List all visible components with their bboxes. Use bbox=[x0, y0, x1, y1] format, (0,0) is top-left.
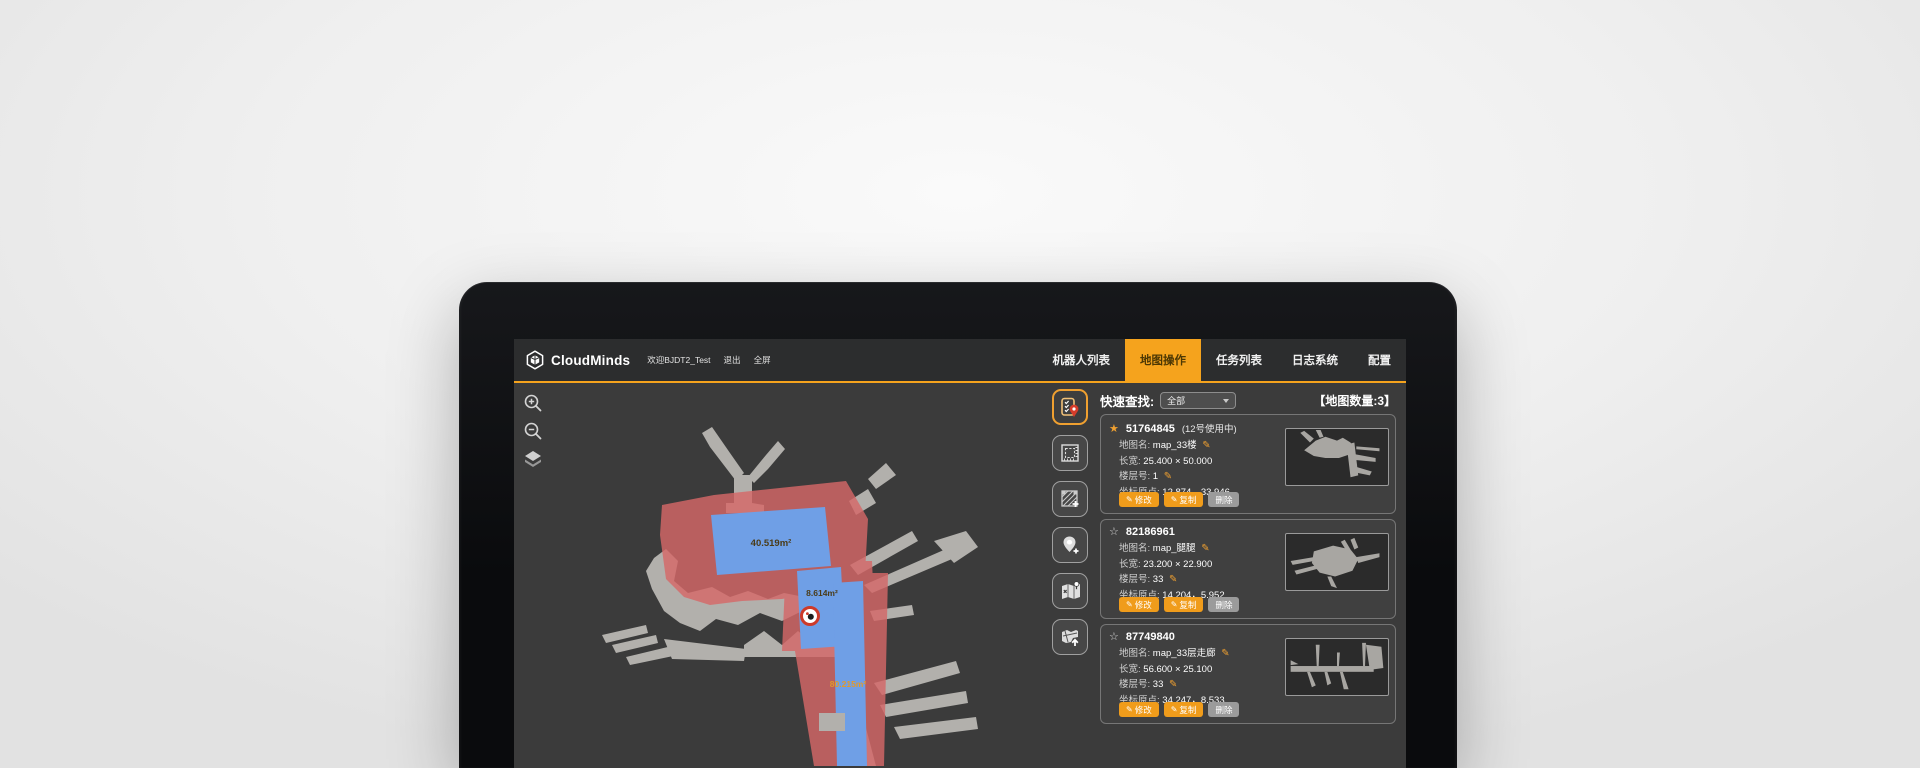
map-card: ★ 51764845 (12号使用中) 地图名: map_33楼 ✎ 长宽: 2… bbox=[1100, 414, 1396, 514]
brand-name: CloudMinds bbox=[551, 353, 630, 368]
map-id: 87749840 bbox=[1126, 631, 1175, 643]
scan-fragment bbox=[819, 713, 845, 731]
pencil-icon: ✎ bbox=[1171, 600, 1178, 609]
area-label-3: 80.215m² bbox=[830, 679, 867, 689]
tool-task-pin-button[interactable] bbox=[1052, 389, 1088, 425]
panel-header: 快速查找: 全部 【地图数量:3】 bbox=[1100, 383, 1396, 414]
zoom-in-icon[interactable] bbox=[523, 393, 543, 413]
filter-selected-value: 全部 bbox=[1167, 394, 1185, 407]
pencil-icon: ✎ bbox=[1126, 495, 1133, 504]
map-name-label: 地图名: bbox=[1119, 440, 1150, 451]
nav-log-system[interactable]: 日志系统 bbox=[1277, 339, 1353, 381]
map-card: ☆ 82186961 地图名: map_腿腿 ✎ 长宽: 23.200 × 22… bbox=[1100, 519, 1396, 619]
nav-config[interactable]: 配置 bbox=[1353, 339, 1406, 381]
tool-add-point-button[interactable] bbox=[1052, 527, 1088, 563]
map-id: 82186961 bbox=[1126, 526, 1175, 538]
nav-map-operation[interactable]: 地图操作 bbox=[1125, 339, 1201, 381]
map-upload-icon bbox=[1059, 626, 1081, 648]
map-floor-value: 33 bbox=[1153, 679, 1164, 690]
copy-map-button[interactable]: ✎复制 bbox=[1164, 597, 1204, 612]
map-size-label: 长宽: bbox=[1119, 456, 1141, 467]
edit-floor-pencil-icon[interactable]: ✎ bbox=[1169, 679, 1177, 690]
star-icon[interactable]: ☆ bbox=[1109, 632, 1119, 643]
session-info: 欢迎BJDT2_Test 退出 全屏 bbox=[647, 354, 770, 366]
map-size-value: 56.600 × 25.100 bbox=[1143, 664, 1212, 675]
area-select-icon bbox=[1059, 442, 1081, 464]
nav-task-list[interactable]: 任务列表 bbox=[1201, 339, 1277, 381]
edit-map-button[interactable]: ✎修改 bbox=[1119, 492, 1159, 507]
tool-add-virtual-wall-button[interactable] bbox=[1052, 481, 1088, 517]
map-name-value: map_腿腿 bbox=[1153, 543, 1196, 554]
map-floor-label: 楼层号: bbox=[1119, 679, 1150, 690]
map-canvas[interactable]: 40.519m² 8.614m² 80.215m² bbox=[514, 383, 1060, 766]
content-area: 40.519m² 8.614m² 80.215m² bbox=[514, 383, 1406, 766]
pencil-icon: ✎ bbox=[1171, 705, 1178, 714]
area-label-2: 8.614m² bbox=[806, 588, 838, 598]
edit-name-pencil-icon[interactable]: ✎ bbox=[1221, 648, 1229, 659]
chevron-down-icon bbox=[1223, 399, 1229, 403]
robot-position-marker[interactable] bbox=[802, 608, 819, 625]
zoom-out-icon[interactable] bbox=[523, 421, 543, 441]
folded-map-icon bbox=[1059, 580, 1081, 602]
filter-select[interactable]: 全部 bbox=[1160, 392, 1236, 409]
map-in-use-badge: (12号使用中) bbox=[1182, 421, 1237, 435]
map-floor-label: 楼层号: bbox=[1119, 574, 1150, 585]
map-name-value: map_33楼 bbox=[1153, 440, 1197, 451]
map-size-value: 23.200 × 22.900 bbox=[1143, 559, 1212, 570]
hatch-region-add-icon bbox=[1059, 488, 1081, 510]
map-floor-value: 1 bbox=[1153, 471, 1158, 482]
tool-area-select-button[interactable] bbox=[1052, 435, 1088, 471]
pencil-icon: ✎ bbox=[1171, 495, 1178, 504]
map-floor-value: 33 bbox=[1153, 574, 1164, 585]
cloudminds-hexagon-icon bbox=[525, 350, 545, 370]
delete-map-button[interactable]: 删除 bbox=[1208, 702, 1239, 717]
app-screen: CloudMinds 欢迎BJDT2_Test 退出 全屏 机器人列表 地图操作… bbox=[514, 339, 1406, 768]
welcome-text: 欢迎BJDT2_Test bbox=[647, 354, 710, 366]
map-size-label: 长宽: bbox=[1119, 664, 1141, 675]
map-count-badge: 【地图数量:3】 bbox=[1313, 392, 1396, 409]
map-name-label: 地图名: bbox=[1119, 648, 1150, 659]
star-icon[interactable]: ☆ bbox=[1109, 527, 1119, 538]
map-tool-palette bbox=[1052, 389, 1088, 655]
map-thumbnail[interactable] bbox=[1285, 533, 1389, 591]
edit-name-pencil-icon[interactable]: ✎ bbox=[1202, 440, 1210, 451]
edit-map-button[interactable]: ✎修改 bbox=[1119, 597, 1159, 612]
map-list-panel: 快速查找: 全部 【地图数量:3】 ★ 51764845 (12号使用中) bbox=[1100, 383, 1396, 766]
pencil-icon: ✎ bbox=[1126, 705, 1133, 714]
fullscreen-link[interactable]: 全屏 bbox=[754, 354, 771, 366]
edit-floor-pencil-icon[interactable]: ✎ bbox=[1169, 574, 1177, 585]
map-name-label: 地图名: bbox=[1119, 543, 1150, 554]
map-thumbnail[interactable] bbox=[1285, 428, 1389, 486]
area-label-1: 40.519m² bbox=[751, 538, 792, 549]
top-bar: CloudMinds 欢迎BJDT2_Test 退出 全屏 机器人列表 地图操作… bbox=[514, 339, 1406, 383]
point-add-icon bbox=[1059, 534, 1081, 556]
edit-floor-pencil-icon[interactable]: ✎ bbox=[1164, 471, 1172, 482]
task-pin-icon bbox=[1059, 396, 1081, 418]
logout-link[interactable]: 退出 bbox=[724, 354, 741, 366]
map-thumbnail[interactable] bbox=[1285, 638, 1389, 696]
quick-search-label: 快速查找: bbox=[1100, 391, 1154, 410]
map-card: ☆ 87749840 地图名: map_33层走廊 ✎ 长宽: 56.600 ×… bbox=[1100, 624, 1396, 724]
delete-map-button[interactable]: 删除 bbox=[1208, 597, 1239, 612]
brand-logo[interactable]: CloudMinds bbox=[525, 350, 630, 370]
tool-map-upload-button[interactable] bbox=[1052, 619, 1088, 655]
map-id: 51764845 bbox=[1126, 423, 1175, 435]
map-floor-label: 楼层号: bbox=[1119, 471, 1150, 482]
edit-name-pencil-icon[interactable]: ✎ bbox=[1201, 543, 1209, 554]
map-name-value: map_33层走廊 bbox=[1153, 648, 1216, 659]
pencil-icon: ✎ bbox=[1126, 600, 1133, 609]
nav-robot-list[interactable]: 机器人列表 bbox=[1038, 339, 1126, 381]
tool-map-manage-button[interactable] bbox=[1052, 573, 1088, 609]
copy-map-button[interactable]: ✎复制 bbox=[1164, 702, 1204, 717]
laptop-frame: CloudMinds 欢迎BJDT2_Test 退出 全屏 机器人列表 地图操作… bbox=[459, 282, 1457, 768]
map-size-value: 25.400 × 50.000 bbox=[1143, 456, 1212, 467]
star-icon[interactable]: ★ bbox=[1109, 424, 1119, 435]
map-controls bbox=[523, 393, 543, 469]
delete-map-button[interactable]: 删除 bbox=[1208, 492, 1239, 507]
copy-map-button[interactable]: ✎复制 bbox=[1164, 492, 1204, 507]
edit-map-button[interactable]: ✎修改 bbox=[1119, 702, 1159, 717]
layers-icon[interactable] bbox=[523, 449, 543, 469]
map-size-label: 长宽: bbox=[1119, 559, 1141, 570]
main-nav: 机器人列表 地图操作 任务列表 日志系统 配置 bbox=[1038, 339, 1407, 381]
